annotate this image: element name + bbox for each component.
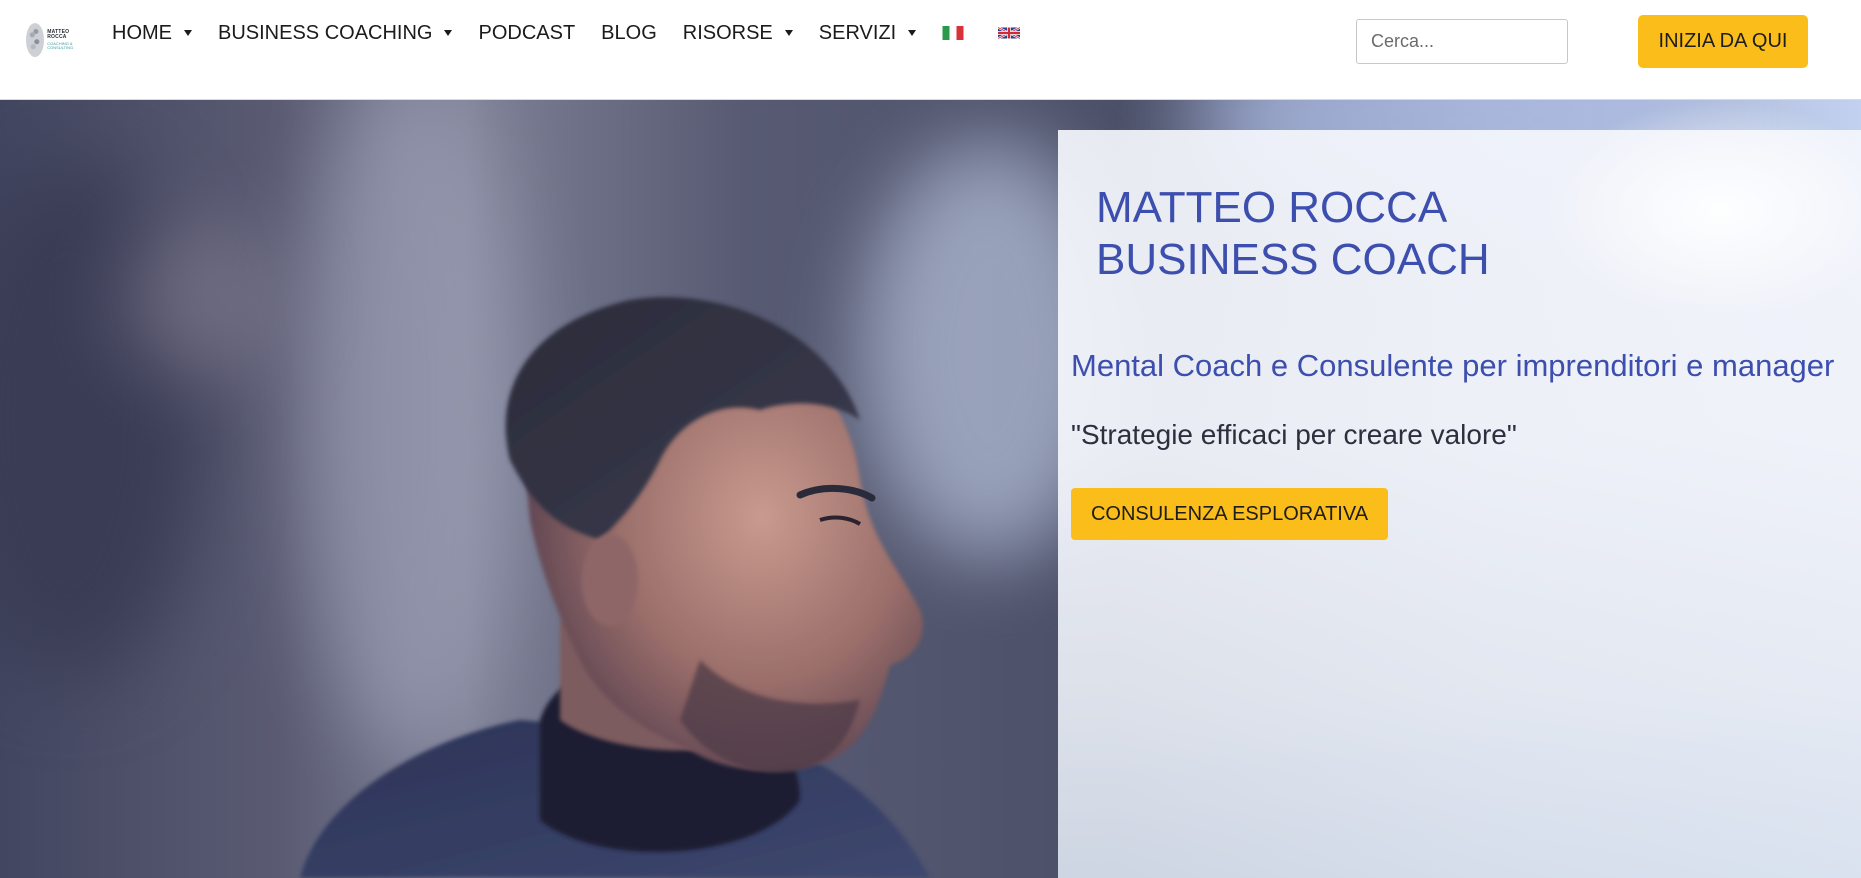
hero-subtitle: Mental Coach e Consulente per imprendito…: [1071, 348, 1835, 383]
nav-item-home[interactable]: HOME: [112, 22, 192, 45]
exploratory-consultation-button[interactable]: CONSULENZA ESPLORATIVA: [1071, 488, 1388, 540]
hero-content-panel: MATTEO ROCCA BUSINESS COACH Mental Coach…: [1058, 100, 1861, 878]
logo-tagline: COACHING & CONSULTING: [47, 41, 74, 50]
nav-item-label: RISORSE: [682, 21, 773, 44]
uk-flag-icon[interactable]: [998, 26, 1021, 40]
hero-section: MATTEO ROCCA BUSINESS COACH Mental Coach…: [0, 100, 1861, 878]
nav-item-label: SERVIZI: [818, 21, 897, 44]
caret-down-icon: [908, 30, 917, 36]
site-header: MATTEO ROCCA COACHING & CONSULTING HOME …: [0, 0, 1861, 100]
start-here-button[interactable]: INIZIA DA QUI: [1638, 15, 1808, 68]
logo-text: MATTEO ROCCA COACHING & CONSULTING: [47, 30, 84, 50]
coach-portrait-image: [300, 297, 930, 878]
caret-down-icon: [784, 30, 793, 36]
caret-down-icon: [444, 30, 453, 36]
nav-item-label: BLOG: [601, 21, 657, 44]
nav-item-business-coaching[interactable]: BUSINESS COACHING: [218, 21, 453, 45]
caret-down-icon: [184, 30, 192, 36]
hero-title-line1: MATTEO ROCCA: [1096, 183, 1448, 232]
nav-item-blog[interactable]: BLOG: [601, 22, 657, 45]
nav-item-label: HOME: [112, 21, 172, 44]
nav-item-podcast[interactable]: PODCAST: [478, 22, 575, 45]
search-input[interactable]: [1356, 19, 1568, 64]
nav-item-risorse[interactable]: RISORSE: [683, 22, 793, 45]
logo-brain-icon: [26, 23, 45, 57]
hero-quote: "Strategie efficaci per creare valore": [1071, 419, 1517, 450]
nav-item-label: PODCAST: [478, 21, 576, 44]
nav-item-label: BUSINESS COACHING: [218, 21, 433, 44]
site-logo[interactable]: MATTEO ROCCA COACHING & CONSULTING: [26, 20, 84, 60]
hero-title: MATTEO ROCCA BUSINESS COACH: [1096, 182, 1796, 286]
main-nav: HOME BUSINESS COACHING PODCAST BLOG RISO…: [112, 18, 1054, 48]
italian-flag-icon[interactable]: [942, 26, 964, 40]
nav-item-servizi[interactable]: SERVIZI: [818, 21, 917, 45]
hero-title-line2: BUSINESS COACH: [1096, 235, 1490, 284]
logo-name: MATTEO ROCCA: [47, 29, 70, 40]
